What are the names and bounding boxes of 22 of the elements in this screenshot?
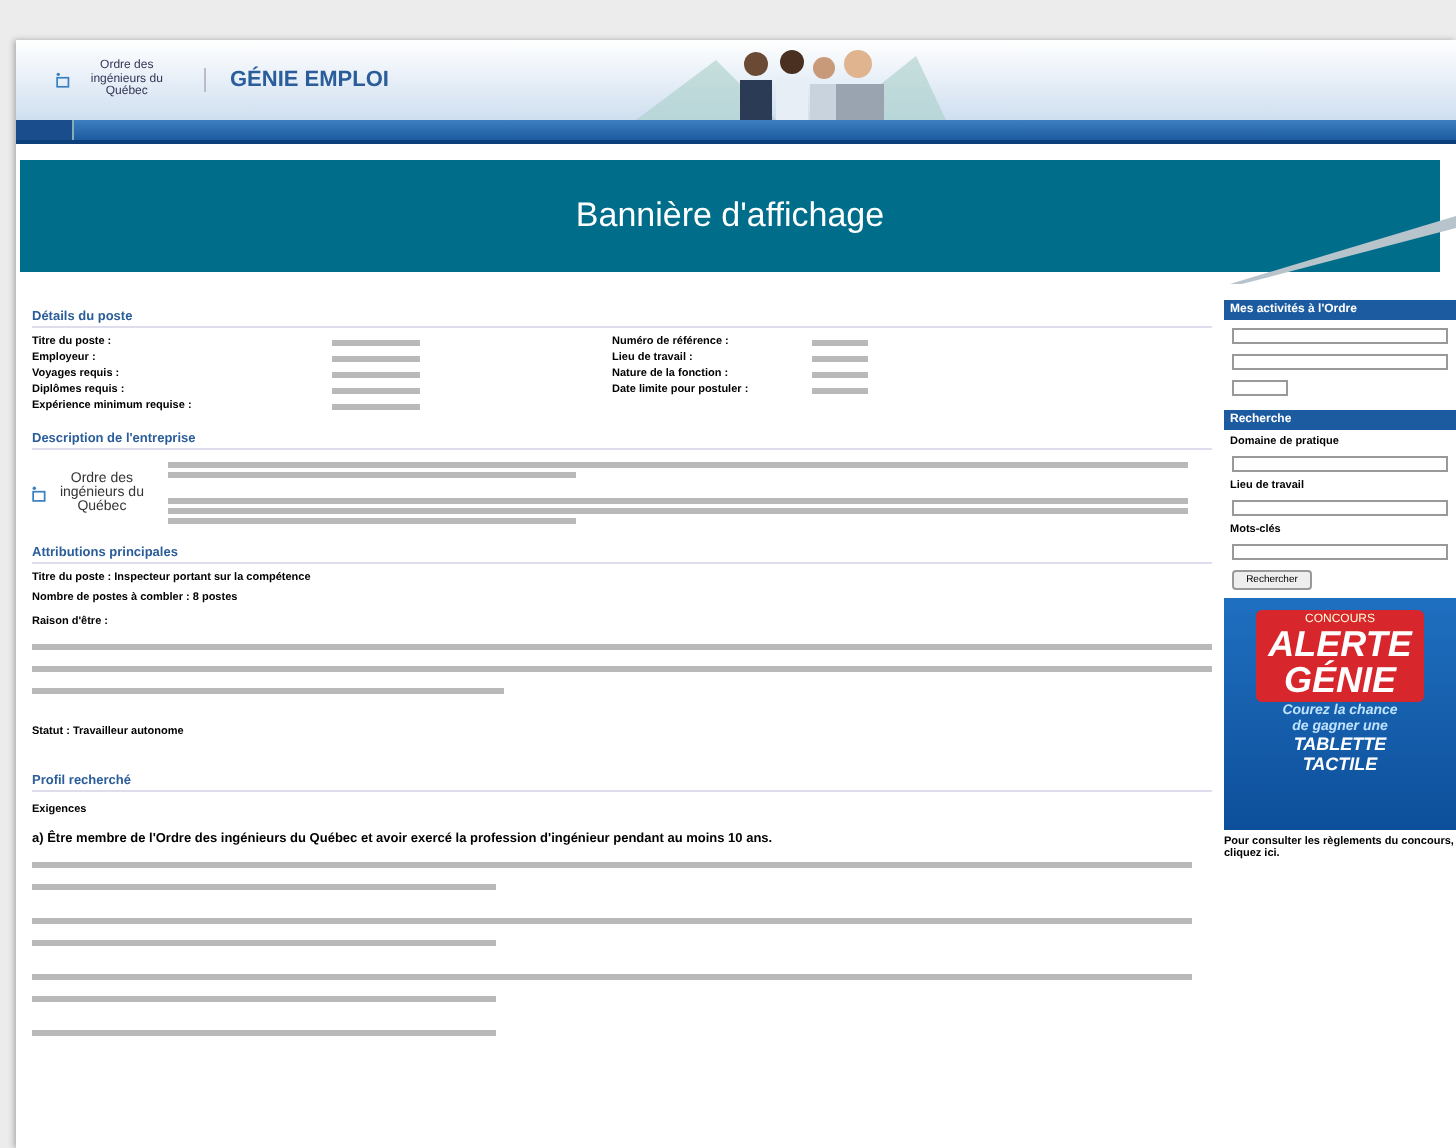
ad-title: ALERTE [1268,626,1412,662]
submit-button[interactable] [1232,380,1288,396]
blurred-text [332,340,420,346]
display-banner: Bannière d'affichage [20,160,1440,272]
input-field[interactable] [1232,328,1448,344]
blurred-text [332,404,420,410]
ad-title: TACTILE [1302,756,1378,774]
input-field[interactable] [1232,354,1448,370]
blurred-text [812,388,868,394]
blurred-text [332,372,420,378]
ad-title: TABLETTE [1293,736,1387,754]
site-name: GÉNIE EMPLOI [204,68,389,92]
blurred-text [812,340,868,346]
blurred-text [332,356,420,362]
blurred-text [332,388,420,394]
nav-tab[interactable] [16,120,74,140]
ad-title: GÉNIE [1283,662,1396,698]
dropdown[interactable] [1232,500,1448,516]
input-field[interactable] [1232,544,1448,560]
blurred-text [812,356,868,362]
blurred-text [812,372,868,378]
dropdown[interactable] [1232,456,1448,472]
